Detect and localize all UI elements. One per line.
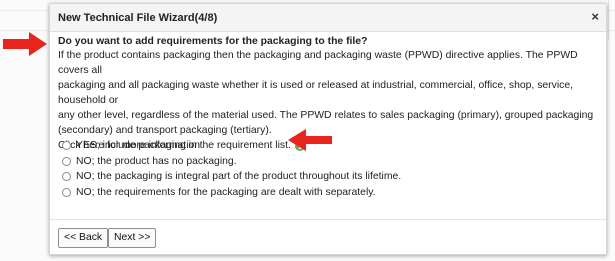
description-line: packaging and all packaging waste whethe… xyxy=(58,80,573,106)
next-button[interactable]: Next >> xyxy=(108,228,157,248)
close-icon[interactable]: × xyxy=(591,10,599,24)
radio-button[interactable] xyxy=(62,172,71,181)
radio-button[interactable] xyxy=(62,141,71,150)
option-dealt-separately[interactable]: NO; the requirements for the packaging a… xyxy=(62,185,401,200)
dialog-title: New Technical File Wizard(4/8) xyxy=(58,12,218,24)
annotation-arrow-question xyxy=(3,32,47,56)
back-button[interactable]: << Back xyxy=(58,228,109,248)
option-label: NO; the packaging is integral part of th… xyxy=(76,171,402,182)
radio-button[interactable] xyxy=(62,187,71,197)
option-label: NO; the requirements for the packaging a… xyxy=(76,186,376,198)
question-description: If the product contains packaging then t… xyxy=(58,48,603,138)
packaging-options: YES; include packaging in the requiremen… xyxy=(62,138,401,200)
description-line: If the product contains packaging then t… xyxy=(58,50,578,76)
footer-divider xyxy=(50,219,606,220)
option-label: YES; include packaging in the requiremen… xyxy=(76,140,291,151)
background-divider xyxy=(608,0,609,40)
option-label: NO; the product has no packaging. xyxy=(76,155,237,167)
option-no-packaging[interactable]: NO; the product has no packaging. xyxy=(62,154,401,169)
description-line: any other level, regardless of the mater… xyxy=(58,110,594,121)
annotation-arrow-info xyxy=(288,129,332,151)
dialog-titlebar: New Technical File Wizard(4/8) × xyxy=(50,4,606,32)
option-packaging-integral[interactable]: NO; the packaging is integral part of th… xyxy=(62,169,401,184)
radio-button[interactable] xyxy=(62,156,71,166)
question-heading: Do you want to add requirements for the … xyxy=(58,36,368,47)
option-yes-include-packaging[interactable]: YES; include packaging in the requiremen… xyxy=(62,138,401,153)
